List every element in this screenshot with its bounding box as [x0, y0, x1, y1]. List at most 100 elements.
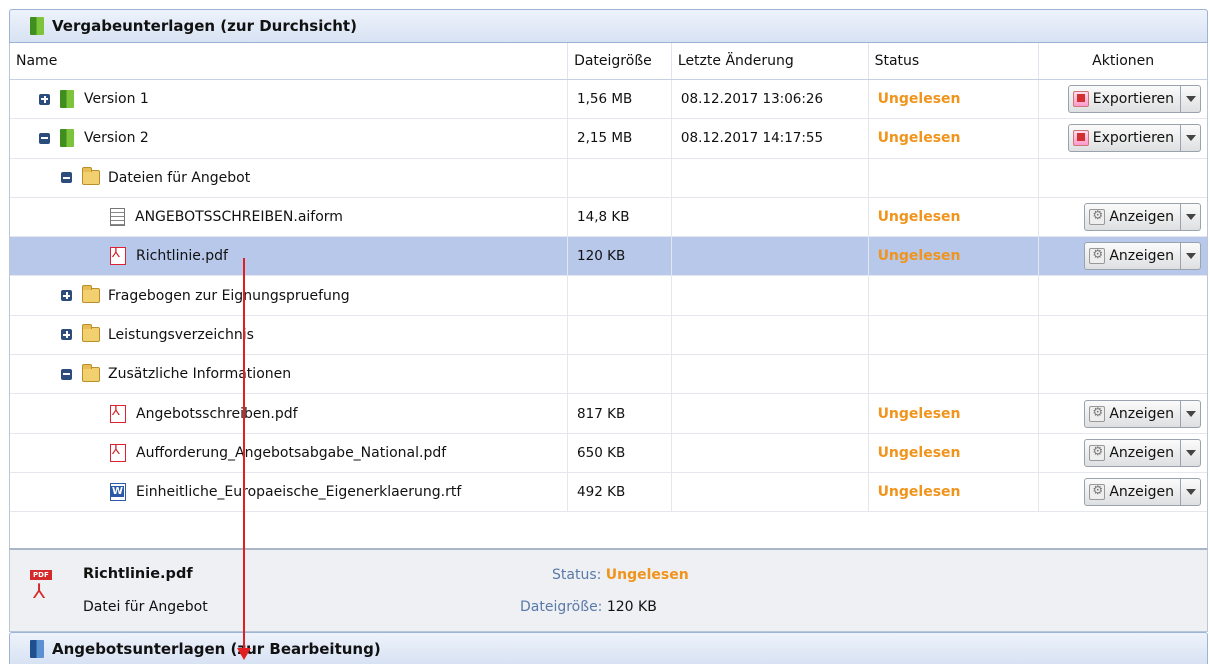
annotation-arrow-line: [243, 258, 245, 652]
row-size: 492 KB: [568, 472, 672, 512]
details-panel: PDF ⅄ Richtlinie.pdf Datei für Angebot S…: [9, 548, 1208, 632]
file-grid: Name Dateigröße Letzte Änderung Status A…: [9, 43, 1208, 548]
expand-icon[interactable]: [61, 329, 72, 341]
status-badge: Ungelesen: [869, 433, 1040, 472]
view-button[interactable]: Anzeigen: [1084, 242, 1201, 271]
status-badge: Ungelesen: [869, 394, 1040, 433]
chevron-down-icon[interactable]: [1180, 243, 1200, 270]
detail-title: Richtlinie.pdf: [83, 566, 193, 582]
status-badge: Ungelesen: [869, 197, 1040, 237]
row-name: Version 2: [84, 130, 149, 147]
collapse-icon[interactable]: [39, 132, 50, 144]
row-name: Aufforderung_Angebotsabgabe_National.pdf: [136, 444, 447, 461]
detail-status-label: Status:: [552, 567, 602, 583]
column-header-name[interactable]: Name: [10, 43, 569, 79]
detail-status-value: Ungelesen: [605, 567, 689, 583]
detail-size: Dateigröße: 120 KB: [520, 599, 657, 615]
column-header-date[interactable]: Letzte Änderung: [672, 43, 869, 79]
chevron-down-icon[interactable]: [1180, 439, 1200, 466]
row-size: 120 KB: [568, 237, 672, 276]
row-name: ANGEBOTSSCHREIBEN.aiform: [135, 209, 343, 226]
row-name: Fragebogen zur Eignungspruefung: [108, 287, 350, 304]
view-button[interactable]: Anzeigen: [1084, 203, 1201, 232]
view-icon: [1089, 247, 1106, 265]
expand-icon[interactable]: [39, 93, 50, 105]
table-row[interactable]: Zusätzliche Informationen: [10, 355, 1207, 395]
chevron-down-icon[interactable]: [1180, 204, 1200, 231]
button-label: Anzeigen: [1109, 248, 1174, 265]
collapse-icon[interactable]: [61, 172, 72, 184]
column-header-actions: Aktionen: [1092, 53, 1155, 69]
status-badge: Ungelesen: [869, 80, 1040, 119]
table-row-selected[interactable]: Richtlinie.pdf 120 KB Ungelesen Anzeigen: [10, 237, 1207, 277]
view-button[interactable]: Anzeigen: [1084, 438, 1201, 467]
row-size: 817 KB: [568, 394, 672, 433]
folder-icon: [82, 167, 100, 186]
book-icon: [30, 639, 44, 658]
table-row[interactable]: Version 1 1,56 MB 08.12.2017 13:06:26 Un…: [10, 80, 1207, 120]
bottom-panel-header[interactable]: Angebotsunterlagen (zur Bearbeitung): [9, 632, 1208, 664]
table-row[interactable]: Aufforderung_Angebotsabgabe_National.pdf…: [10, 433, 1207, 473]
button-label: Anzeigen: [1109, 209, 1174, 226]
book-icon: [60, 90, 74, 109]
detail-subtitle: Datei für Angebot: [83, 599, 208, 615]
row-size: 1,56 MB: [568, 80, 672, 119]
collapse-icon[interactable]: [61, 368, 72, 380]
row-name: Angebotsschreiben.pdf: [136, 405, 298, 422]
row-date: 08.12.2017 13:06:26: [672, 80, 869, 119]
export-button[interactable]: Exportieren: [1067, 85, 1201, 114]
pdf-file-icon: PDF ⅄: [30, 570, 52, 606]
view-icon: [1089, 208, 1106, 226]
view-icon: [1089, 405, 1106, 422]
row-name: Leistungsverzeichnis: [108, 326, 254, 343]
row-size: 2,15 MB: [568, 119, 672, 158]
export-icon: [1072, 91, 1089, 108]
button-label: Exportieren: [1092, 130, 1174, 147]
book-icon: [60, 129, 74, 148]
top-panel-header[interactable]: Vergabeunterlagen (zur Durchsicht): [9, 9, 1208, 43]
chevron-down-icon[interactable]: [1180, 479, 1200, 506]
expand-icon[interactable]: [61, 290, 72, 302]
chevron-down-icon[interactable]: [1180, 400, 1200, 427]
view-icon: [1089, 444, 1106, 461]
row-size: 14,8 KB: [568, 197, 672, 237]
row-name: Version 1: [84, 91, 149, 108]
view-button[interactable]: Anzeigen: [1084, 399, 1201, 428]
status-badge: Ungelesen: [869, 472, 1040, 512]
chevron-down-icon[interactable]: [1180, 86, 1200, 113]
view-button[interactable]: Anzeigen: [1084, 478, 1201, 507]
table-row[interactable]: Angebotsschreiben.pdf 817 KB Ungelesen A…: [10, 394, 1207, 434]
table-row[interactable]: Dateien für Angebot: [10, 158, 1207, 198]
pdf-icon: [110, 404, 126, 423]
folder-icon: [82, 363, 100, 382]
panel-title: Vergabeunterlagen (zur Durchsicht): [52, 17, 357, 35]
annotation-arrow-head: [237, 648, 251, 660]
detail-size-value: 120 KB: [606, 599, 657, 615]
button-label: Anzeigen: [1109, 444, 1174, 461]
export-button[interactable]: Exportieren: [1067, 124, 1201, 153]
chevron-down-icon[interactable]: [1180, 125, 1200, 152]
word-doc-icon: [110, 483, 126, 502]
row-name: Einheitliche_Europaeische_Eigenerklaerun…: [136, 484, 462, 501]
table-row[interactable]: ANGEBOTSSCHREIBEN.aiform 14,8 KB Ungeles…: [10, 197, 1207, 238]
form-file-icon: [110, 208, 125, 227]
row-name: Dateien für Angebot: [108, 169, 251, 186]
table-row[interactable]: Version 2 2,15 MB 08.12.2017 14:17:55 Un…: [10, 119, 1207, 159]
view-icon: [1089, 483, 1106, 501]
folder-icon: [82, 285, 100, 304]
column-header-status[interactable]: Status: [869, 43, 1040, 79]
detail-status: Status: Ungelesen: [552, 567, 689, 583]
status-badge: Ungelesen: [869, 237, 1040, 276]
row-size: 650 KB: [568, 433, 672, 472]
table-row[interactable]: Leistungsverzeichnis: [10, 315, 1207, 356]
export-icon: [1072, 130, 1089, 147]
pdf-icon: [110, 443, 126, 462]
status-badge: Ungelesen: [869, 119, 1040, 158]
table-row[interactable]: Fragebogen zur Eignungspruefung: [10, 276, 1207, 316]
row-date: 08.12.2017 14:17:55: [672, 119, 869, 158]
column-header-size[interactable]: Dateigröße: [568, 43, 672, 79]
row-name: Zusätzliche Informationen: [108, 366, 292, 383]
button-label: Anzeigen: [1109, 484, 1174, 501]
book-icon: [30, 17, 44, 35]
table-row[interactable]: Einheitliche_Europaeische_Eigenerklaerun…: [10, 472, 1207, 513]
